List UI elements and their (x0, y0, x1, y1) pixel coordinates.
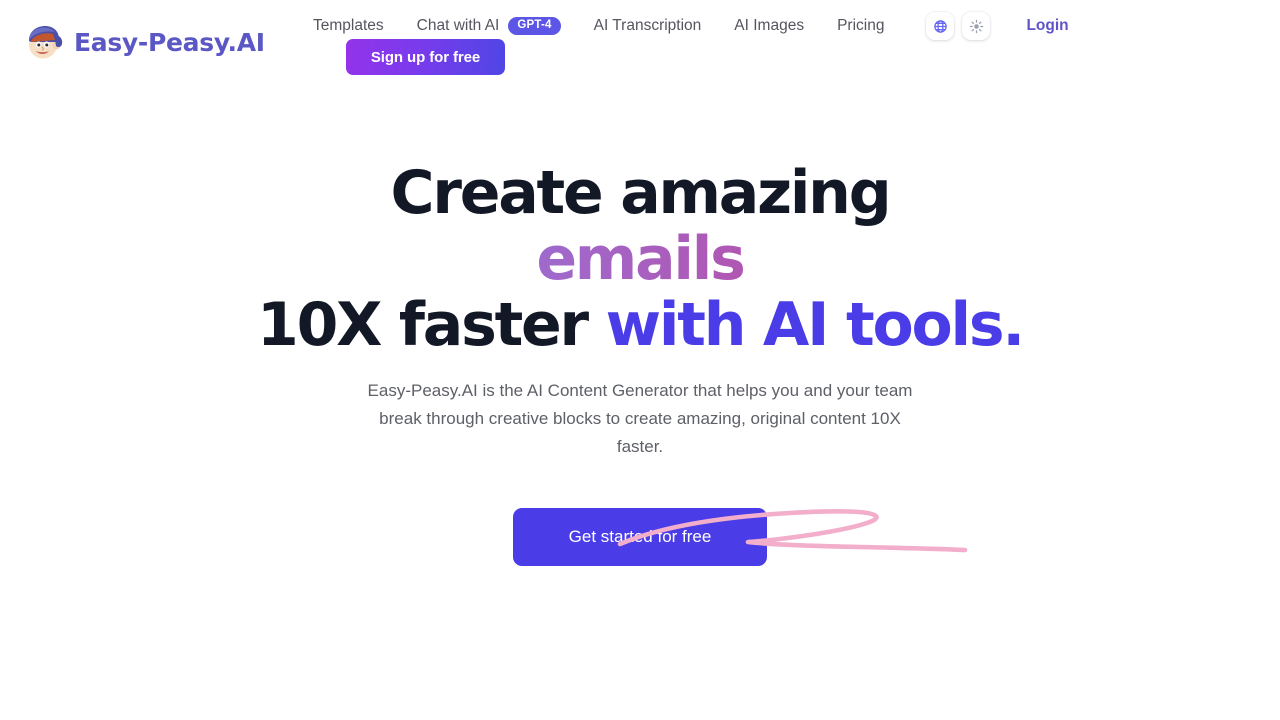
headline-line-3-plain: 10X faster (257, 290, 606, 360)
headline-line-3-accent: with AI tools. (605, 290, 1026, 360)
sun-icon (969, 19, 984, 33)
nav-item-chat-with-ai-group[interactable]: Chat with AI GPT-4 (417, 15, 561, 37)
main-navigation: Templates Chat with AI GPT-4 AI Transcri… (313, 12, 1069, 40)
theme-toggle-button[interactable] (962, 12, 991, 40)
nav-icon-group (926, 12, 991, 40)
get-started-button[interactable]: Get started for free (513, 508, 767, 566)
cta-container: Get started for free (0, 508, 1280, 566)
nav-item-ai-images[interactable]: AI Images (734, 15, 804, 37)
nav-item-chat-with-ai[interactable]: Chat with AI (417, 15, 500, 37)
language-button[interactable] (926, 12, 955, 40)
brand-name: Easy-Peasy.AI (74, 27, 265, 57)
hero-section: Create amazing emails 10X faster with AI… (0, 160, 1280, 566)
headline-line-1: Create amazing (390, 158, 892, 228)
hero-subtitle: Easy-Peasy.AI is the AI Content Generato… (367, 381, 913, 456)
mascot-face-cap-icon (29, 26, 63, 59)
nav-item-templates[interactable]: Templates (313, 15, 384, 37)
gpt4-badge: GPT-4 (508, 16, 561, 36)
page-title: Create amazing emails 10X faster with AI… (0, 160, 1280, 358)
signup-button[interactable]: Sign up for free (346, 39, 505, 75)
brand-logo[interactable]: Easy-Peasy.AI (22, 20, 265, 64)
headline-line-3: 10X faster with AI tools. (0, 292, 1280, 358)
headline-line-2-gradient: emails (0, 226, 1280, 292)
nav-item-pricing[interactable]: Pricing (837, 15, 884, 37)
login-link[interactable]: Login (1026, 17, 1068, 35)
nav-item-ai-transcription[interactable]: AI Transcription (594, 15, 702, 37)
site-header: Easy-Peasy.AI Templates Chat with AI GPT… (0, 0, 1280, 90)
globe-icon (934, 19, 947, 33)
